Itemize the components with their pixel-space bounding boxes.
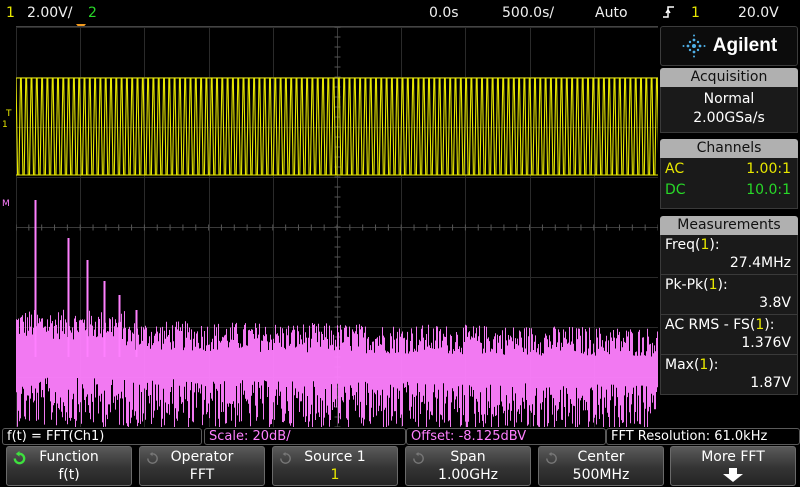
rotate-knob-icon <box>147 451 158 464</box>
math-ground-marker[interactable]: M <box>2 200 10 209</box>
channel1-ground-marker[interactable]: 1 <box>2 121 8 130</box>
measurement-freq-label: Freq(1): <box>665 237 720 253</box>
measurements-section[interactable]: Measurements Freq(1): 27.4MHz Pk-Pk(1): … <box>660 216 798 395</box>
measurement-max-value: 1.87V <box>750 375 791 391</box>
rotate-knob-icon <box>280 451 291 464</box>
channel1-coupling: AC <box>665 161 685 177</box>
measurement-acrms-value: 1.376V <box>661 335 797 355</box>
status-bar: 1 2.00V/ 2 0.0s 500.0s/ Auto 1 20.0V <box>0 0 800 24</box>
measurement-acrms-label: AC RMS - FS(1): <box>665 317 775 333</box>
channel2-coupling: DC <box>665 182 686 198</box>
time-delay[interactable]: 0.0s <box>429 5 459 21</box>
agilent-logo: Agilent <box>660 26 798 66</box>
trigger-mode[interactable]: Auto <box>595 5 628 21</box>
channel2-number[interactable]: 2 <box>88 5 97 21</box>
rotate-knob-icon-green <box>13 451 26 465</box>
function-softkey[interactable]: Function f(t) <box>6 446 132 486</box>
channels-section[interactable]: Channels AC 1.00:1 DC 10.0:1 <box>660 139 798 209</box>
spark-icon <box>682 34 706 58</box>
channel1-number[interactable]: 1 <box>6 5 15 21</box>
trigger-edge-icon <box>662 5 676 23</box>
measurements-heading: Measurements <box>660 216 798 235</box>
channel1-row: AC 1.00:1 <box>661 160 797 181</box>
channels-heading: Channels <box>660 139 798 158</box>
math-offset-box[interactable]: Offset: -8.125dBV <box>406 428 606 445</box>
channel1-probe: 1.00:1 <box>746 161 791 177</box>
center-softkey-value: 500MHz <box>572 467 630 483</box>
function-softkey-value: f(t) <box>58 467 80 483</box>
source1-softkey[interactable]: Source 1 1 <box>272 446 398 486</box>
waveform-display[interactable] <box>16 26 658 427</box>
trigger-source[interactable]: 1 <box>691 5 700 21</box>
acquisition-mode: Normal <box>703 91 755 107</box>
measurement-pkpk-value: 3.8V <box>661 295 797 315</box>
waveform-area <box>16 27 658 427</box>
operator-softkey[interactable]: Operator FFT <box>139 446 265 486</box>
channel2-row: DC 10.0:1 <box>661 181 797 202</box>
source1-softkey-value: 1 <box>330 467 340 483</box>
channel1-trigger-marker: T <box>6 109 12 119</box>
time-scale[interactable]: 500.0s/ <box>502 5 554 21</box>
channel1-scale[interactable]: 2.00V/ <box>27 5 72 21</box>
fft-resolution-box: FFT Resolution: 61.0kHz <box>606 428 800 445</box>
math-info-bar: f(t) = FFT(Ch1) Scale: 20dB/ Offset: -8.… <box>0 427 800 445</box>
measurement-max-label: Max(1): <box>665 357 719 373</box>
math-function-box[interactable]: f(t) = FFT(Ch1) <box>2 428 202 445</box>
more-fft-softkey-label: More FFT <box>701 449 765 465</box>
span-softkey[interactable]: Span 1.00GHz <box>405 446 531 486</box>
channel2-probe: 10.0:1 <box>746 182 791 198</box>
acquisition-section[interactable]: Acquisition Normal 2.00GSa/s <box>660 68 798 133</box>
rotate-knob-icon <box>546 451 557 464</box>
measurement-pkpk-label: Pk-Pk(1): <box>665 277 728 293</box>
right-panel: Agilent Acquisition Normal 2.00GSa/s Cha… <box>660 26 798 426</box>
more-fft-softkey[interactable]: More FFT <box>670 446 796 486</box>
trigger-level[interactable]: 20.0V <box>738 5 779 21</box>
acquisition-heading: Acquisition <box>660 68 798 87</box>
measurement-freq-value: 27.4MHz <box>661 255 797 275</box>
sample-rate: 2.00GSa/s <box>693 110 765 126</box>
down-arrow-icon <box>723 468 743 482</box>
brand-name: Agilent <box>712 35 778 56</box>
span-softkey-value: 1.00GHz <box>438 467 498 483</box>
softkey-bar: Function f(t) Operator FFT Source 1 1 Sp… <box>0 446 800 486</box>
math-scale-box[interactable]: Scale: 20dB/ <box>204 428 406 445</box>
operator-softkey-value: FFT <box>189 467 215 483</box>
rotate-knob-icon <box>413 451 424 464</box>
center-softkey[interactable]: Center 500MHz <box>538 446 664 486</box>
